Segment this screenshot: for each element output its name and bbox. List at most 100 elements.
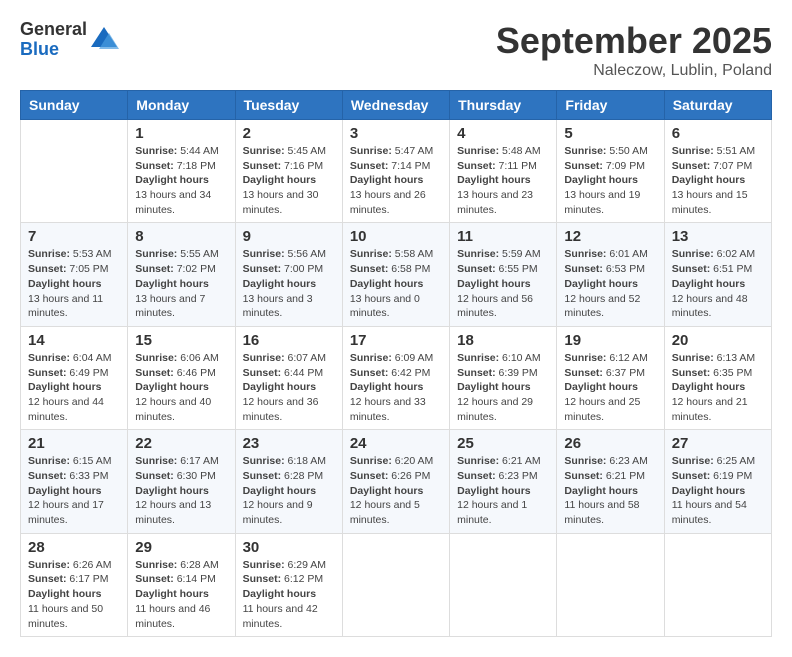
calendar-day-cell: 5 Sunrise: 5:50 AMSunset: 7:09 PMDaylight… xyxy=(557,120,664,223)
day-info: Sunrise: 5:44 AMSunset: 7:18 PMDaylight … xyxy=(135,144,227,217)
logo-icon xyxy=(89,25,119,55)
day-info: Sunrise: 6:17 AMSunset: 6:30 PMDaylight … xyxy=(135,454,227,527)
day-info: Sunrise: 6:06 AMSunset: 6:46 PMDaylight … xyxy=(135,351,227,424)
calendar-day-cell xyxy=(664,533,771,636)
calendar-day-cell: 9Sunrise: 5:56 AMSunset: 7:00 PMDaylight… xyxy=(235,223,342,326)
day-number: 8 xyxy=(135,228,227,245)
calendar-header-row: SundayMondayTuesdayWednesdayThursdayFrid… xyxy=(21,91,772,120)
calendar-day-cell: 28 Sunrise: 6:26 AMSunset: 6:17 PMDayligh… xyxy=(21,533,128,636)
calendar-day-cell: 3 Sunrise: 5:47 AMSunset: 7:14 PMDaylight… xyxy=(342,120,449,223)
day-number: 17 xyxy=(350,332,442,349)
day-number: 22 xyxy=(135,435,227,452)
day-number: 5 xyxy=(564,125,656,142)
day-number: 27 xyxy=(672,435,764,452)
day-number: 23 xyxy=(243,435,335,452)
calendar-day-cell: 23Sunrise: 6:18 AMSunset: 6:28 PMDayligh… xyxy=(235,430,342,533)
day-number: 9 xyxy=(243,228,335,245)
logo: General Blue xyxy=(20,20,119,60)
calendar-day-cell: 17 Sunrise: 6:09 AMSunset: 6:42 PMDayligh… xyxy=(342,326,449,429)
page-header: General Blue September 2025 Naleczow, Lu… xyxy=(20,20,772,80)
calendar-table: SundayMondayTuesdayWednesdayThursdayFrid… xyxy=(20,90,772,637)
day-number: 1 xyxy=(135,125,227,142)
day-info: Sunrise: 5:53 AMSunset: 7:05 PMDaylight … xyxy=(28,247,120,320)
day-info: Sunrise: 6:28 AMSunset: 6:14 PMDaylight … xyxy=(135,558,227,631)
day-info: Sunrise: 5:58 AMSunset: 6:58 PMDaylight … xyxy=(350,247,442,320)
day-info: Sunrise: 6:02 AMSunset: 6:51 PMDaylight … xyxy=(672,247,764,320)
calendar-day-cell: 14Sunrise: 6:04 AMSunset: 6:49 PMDayligh… xyxy=(21,326,128,429)
day-number: 20 xyxy=(672,332,764,349)
calendar-day-cell: 26Sunrise: 6:23 AMSunset: 6:21 PMDayligh… xyxy=(557,430,664,533)
day-info: Sunrise: 6:04 AMSunset: 6:49 PMDaylight … xyxy=(28,351,120,424)
day-info: Sunrise: 5:51 AMSunset: 7:07 PMDaylight … xyxy=(672,144,764,217)
day-number: 16 xyxy=(243,332,335,349)
calendar-day-cell: 1 Sunrise: 5:44 AMSunset: 7:18 PMDaylight… xyxy=(128,120,235,223)
calendar-day-cell: 7 Sunrise: 5:53 AMSunset: 7:05 PMDaylight… xyxy=(21,223,128,326)
weekday-header: Tuesday xyxy=(235,91,342,120)
calendar-day-cell: 16 Sunrise: 6:07 AMSunset: 6:44 PMDayligh… xyxy=(235,326,342,429)
day-info: Sunrise: 5:48 AMSunset: 7:11 PMDaylight … xyxy=(457,144,549,217)
calendar-day-cell: 30 Sunrise: 6:29 AMSunset: 6:12 PMDayligh… xyxy=(235,533,342,636)
day-number: 7 xyxy=(28,228,120,245)
calendar-day-cell: 11 Sunrise: 5:59 AMSunset: 6:55 PMDayligh… xyxy=(450,223,557,326)
day-number: 18 xyxy=(457,332,549,349)
weekday-header: Saturday xyxy=(664,91,771,120)
day-info: Sunrise: 6:20 AMSunset: 6:26 PMDaylight … xyxy=(350,454,442,527)
weekday-header: Sunday xyxy=(21,91,128,120)
day-info: Sunrise: 6:26 AMSunset: 6:17 PMDaylight … xyxy=(28,558,120,631)
day-number: 11 xyxy=(457,228,549,245)
day-info: Sunrise: 5:45 AMSunset: 7:16 PMDaylight … xyxy=(243,144,335,217)
day-info: Sunrise: 6:10 AMSunset: 6:39 PMDaylight … xyxy=(457,351,549,424)
calendar-day-cell: 6 Sunrise: 5:51 AMSunset: 7:07 PMDaylight… xyxy=(664,120,771,223)
day-number: 30 xyxy=(243,539,335,556)
calendar-day-cell: 18 Sunrise: 6:10 AMSunset: 6:39 PMDayligh… xyxy=(450,326,557,429)
calendar-day-cell: 29 Sunrise: 6:28 AMSunset: 6:14 PMDayligh… xyxy=(128,533,235,636)
title-section: September 2025 Naleczow, Lublin, Poland xyxy=(496,20,772,80)
weekday-header: Wednesday xyxy=(342,91,449,120)
calendar-day-cell: 15 Sunrise: 6:06 AMSunset: 6:46 PMDayligh… xyxy=(128,326,235,429)
calendar-day-cell xyxy=(342,533,449,636)
day-info: Sunrise: 5:55 AMSunset: 7:02 PMDaylight … xyxy=(135,247,227,320)
calendar-day-cell: 21 Sunrise: 6:15 AMSunset: 6:33 PMDayligh… xyxy=(21,430,128,533)
month-title: September 2025 xyxy=(496,20,772,62)
calendar-day-cell: 8 Sunrise: 5:55 AMSunset: 7:02 PMDaylight… xyxy=(128,223,235,326)
day-info: Sunrise: 6:15 AMSunset: 6:33 PMDaylight … xyxy=(28,454,120,527)
day-number: 12 xyxy=(564,228,656,245)
day-number: 19 xyxy=(564,332,656,349)
day-number: 4 xyxy=(457,125,549,142)
calendar-day-cell: 24 Sunrise: 6:20 AMSunset: 6:26 PMDayligh… xyxy=(342,430,449,533)
calendar-day-cell: 27Sunrise: 6:25 AMSunset: 6:19 PMDayligh… xyxy=(664,430,771,533)
day-number: 15 xyxy=(135,332,227,349)
calendar-day-cell xyxy=(21,120,128,223)
day-number: 13 xyxy=(672,228,764,245)
day-info: Sunrise: 5:50 AMSunset: 7:09 PMDaylight … xyxy=(564,144,656,217)
day-info: Sunrise: 6:23 AMSunset: 6:21 PMDaylight … xyxy=(564,454,656,527)
day-info: Sunrise: 5:59 AMSunset: 6:55 PMDaylight … xyxy=(457,247,549,320)
calendar-day-cell: 25Sunrise: 6:21 AMSunset: 6:23 PMDayligh… xyxy=(450,430,557,533)
calendar-day-cell: 13 Sunrise: 6:02 AMSunset: 6:51 PMDayligh… xyxy=(664,223,771,326)
day-info: Sunrise: 6:09 AMSunset: 6:42 PMDaylight … xyxy=(350,351,442,424)
day-number: 29 xyxy=(135,539,227,556)
calendar-week-row: 28 Sunrise: 6:26 AMSunset: 6:17 PMDayligh… xyxy=(21,533,772,636)
calendar-day-cell: 20 Sunrise: 6:13 AMSunset: 6:35 PMDayligh… xyxy=(664,326,771,429)
calendar-day-cell: 19Sunrise: 6:12 AMSunset: 6:37 PMDayligh… xyxy=(557,326,664,429)
calendar-day-cell: 10Sunrise: 5:58 AMSunset: 6:58 PMDayligh… xyxy=(342,223,449,326)
day-number: 21 xyxy=(28,435,120,452)
day-number: 3 xyxy=(350,125,442,142)
calendar-day-cell: 12Sunrise: 6:01 AMSunset: 6:53 PMDayligh… xyxy=(557,223,664,326)
day-info: Sunrise: 6:29 AMSunset: 6:12 PMDaylight … xyxy=(243,558,335,631)
calendar-week-row: 21 Sunrise: 6:15 AMSunset: 6:33 PMDayligh… xyxy=(21,430,772,533)
day-number: 25 xyxy=(457,435,549,452)
day-number: 6 xyxy=(672,125,764,142)
day-info: Sunrise: 5:47 AMSunset: 7:14 PMDaylight … xyxy=(350,144,442,217)
day-number: 28 xyxy=(28,539,120,556)
day-number: 24 xyxy=(350,435,442,452)
day-info: Sunrise: 6:07 AMSunset: 6:44 PMDaylight … xyxy=(243,351,335,424)
calendar-day-cell: 4 Sunrise: 5:48 AMSunset: 7:11 PMDaylight… xyxy=(450,120,557,223)
day-number: 2 xyxy=(243,125,335,142)
calendar-day-cell: 2 Sunrise: 5:45 AMSunset: 7:16 PMDaylight… xyxy=(235,120,342,223)
logo-general: General xyxy=(20,20,87,40)
day-info: Sunrise: 6:13 AMSunset: 6:35 PMDaylight … xyxy=(672,351,764,424)
weekday-header: Monday xyxy=(128,91,235,120)
logo-blue: Blue xyxy=(20,40,87,60)
calendar-day-cell: 22 Sunrise: 6:17 AMSunset: 6:30 PMDayligh… xyxy=(128,430,235,533)
